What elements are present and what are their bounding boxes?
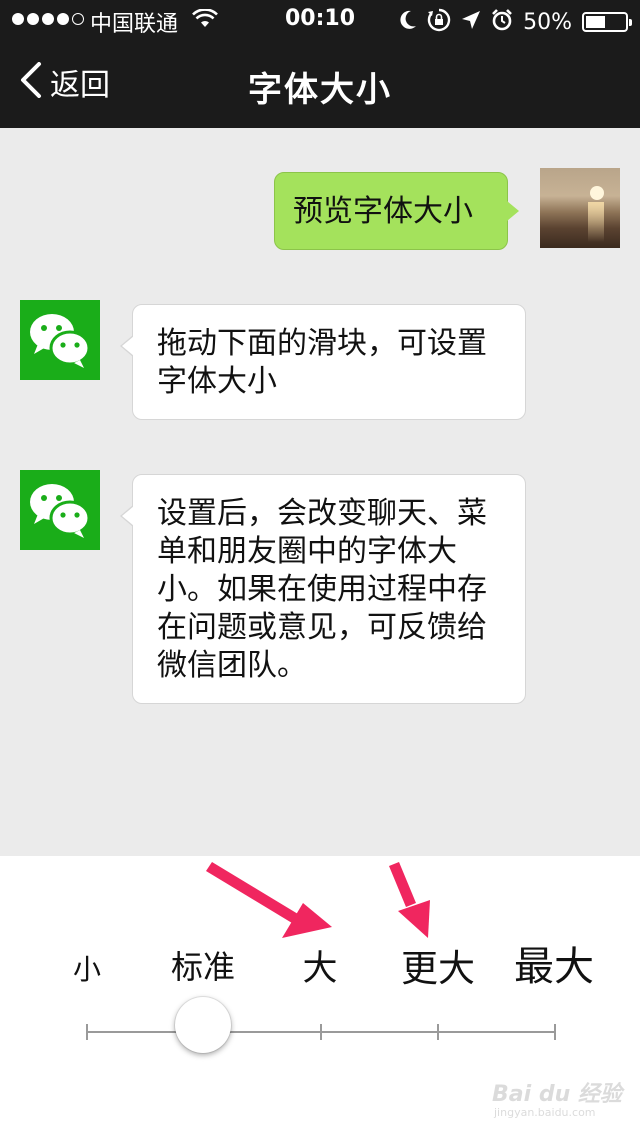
wechat-avatar[interactable] bbox=[20, 470, 100, 550]
rotation-lock-icon bbox=[427, 8, 451, 36]
moon-icon bbox=[399, 10, 417, 34]
wechat-message-bubble: 拖动下面的滑块，可设置 字体大小 bbox=[120, 304, 526, 420]
message-line: 设置后，会改变聊天、菜 bbox=[157, 496, 487, 531]
message-line: 字体大小 bbox=[157, 364, 277, 399]
page-title: 字体大小 bbox=[248, 70, 392, 110]
my-message-text: 预览字体大小 bbox=[293, 194, 473, 229]
battery-percent: 50% bbox=[523, 9, 572, 35]
status-bar: 中国联通 00:10 50% bbox=[0, 0, 640, 40]
alarm-clock-icon bbox=[491, 9, 513, 35]
wechat-logo-icon bbox=[30, 484, 91, 538]
slider-thumb[interactable] bbox=[175, 997, 231, 1053]
annotation-arrows bbox=[206, 862, 430, 938]
annotation-arrow-icon bbox=[206, 862, 332, 938]
nav-bar: 返回 字体大小 bbox=[0, 40, 640, 128]
battery-icon bbox=[582, 12, 632, 32]
top-bar: 中国联通 00:10 50% 返回 字体大小 bbox=[0, 0, 640, 128]
wechat-message-bubble: 设置后，会改变聊天、菜 单和朋友圈中的字体大 小。如果在使用过程中存 在问题或意… bbox=[120, 474, 526, 704]
user-avatar[interactable] bbox=[540, 168, 620, 248]
message-line: 单和朋友圈中的字体大 bbox=[157, 534, 457, 569]
slider-tick bbox=[320, 1024, 322, 1040]
message-line: 在问题或意见，可反馈给 bbox=[157, 610, 487, 645]
my-message-bubble: 预览字体大小 bbox=[274, 172, 519, 250]
status-right-group: 50% bbox=[399, 8, 632, 36]
wechat-logo-icon bbox=[30, 314, 91, 368]
battery-fill bbox=[586, 16, 605, 28]
slider-tick bbox=[437, 1024, 439, 1040]
message-line: 拖动下面的滑块，可设置 bbox=[157, 326, 487, 361]
annotation-arrow-icon bbox=[389, 862, 430, 938]
wechat-avatar[interactable] bbox=[20, 300, 100, 380]
slider-tick bbox=[554, 1024, 556, 1040]
watermark-url: jingyan.baidu.com bbox=[494, 1106, 596, 1119]
message-line: 微信团队。 bbox=[157, 648, 307, 683]
location-arrow-icon bbox=[461, 10, 481, 34]
baidu-watermark: Bai du 经验 jingyan.baidu.com bbox=[484, 1070, 624, 1130]
message-line: 小。如果在使用过程中存 bbox=[157, 572, 487, 607]
watermark-logo: Bai du 经验 bbox=[492, 1082, 622, 1107]
slider-tick bbox=[86, 1024, 88, 1040]
